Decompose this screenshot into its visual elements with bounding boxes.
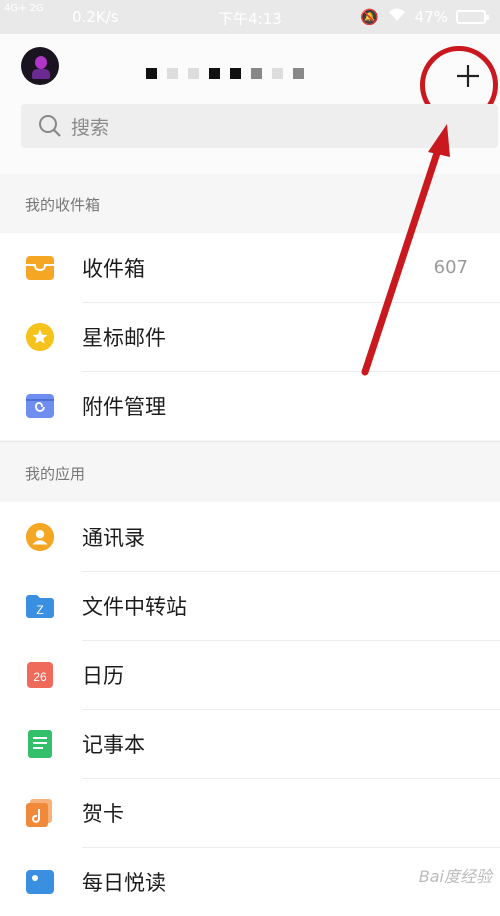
- list-item-label: 附件管理: [82, 394, 166, 419]
- contacts-icon: [25, 522, 55, 552]
- list-item-notepad[interactable]: 记事本: [0, 709, 500, 778]
- section-divider: [0, 441, 500, 442]
- battery-percent: 47%: [414, 7, 448, 26]
- avatar[interactable]: [21, 47, 59, 85]
- list-item-attachments[interactable]: 附件管理: [0, 371, 500, 440]
- search-bar[interactable]: 搜索: [21, 104, 498, 148]
- account-name-redacted: [146, 68, 304, 79]
- file-transfer-icon: Z: [25, 591, 55, 621]
- list-item-label: 记事本: [82, 732, 145, 757]
- greeting-card-icon: [25, 798, 55, 828]
- list-item-label: 日历: [82, 663, 124, 688]
- plus-icon: [457, 65, 479, 87]
- unread-count: 607: [433, 257, 468, 278]
- section-title-inbox: 我的收件箱: [25, 196, 101, 214]
- search-placeholder: 搜索: [71, 116, 110, 139]
- attachment-icon: [25, 391, 55, 421]
- apps-list: 通讯录 Z 文件中转站 26 日历 记事本 贺卡 每日悦读: [0, 502, 500, 916]
- header: 搜索: [0, 34, 500, 174]
- watermark: Bai度经验: [418, 867, 492, 886]
- list-item-contacts[interactable]: 通讯录: [0, 502, 500, 571]
- svg-text:Z: Z: [36, 603, 43, 617]
- list-item-label: 文件中转站: [82, 594, 187, 619]
- daily-reading-icon: [25, 867, 55, 897]
- section-title-apps: 我的应用: [25, 465, 86, 483]
- list-item-label: 每日悦读: [82, 870, 166, 895]
- mute-icon: 🔕: [359, 7, 379, 26]
- svg-text:26: 26: [33, 670, 47, 684]
- list-item-label: 通讯录: [82, 525, 145, 550]
- search-icon: [39, 115, 61, 137]
- status-bar: 4G+ 2G 0.2K/s 下午4:13 🔕 47%: [0, 0, 500, 34]
- list-item-starred[interactable]: 星标邮件: [0, 302, 500, 371]
- list-item-label: 收件箱: [82, 256, 145, 281]
- list-item-inbox[interactable]: 收件箱 607: [0, 233, 500, 302]
- calendar-icon: 26: [25, 660, 55, 690]
- inbox-icon: [25, 253, 55, 283]
- battery-icon: [456, 9, 489, 24]
- star-icon: [25, 322, 55, 352]
- list-item-calendar[interactable]: 26 日历: [0, 640, 500, 709]
- list-item-label: 星标邮件: [82, 325, 166, 350]
- notepad-icon: [25, 729, 55, 759]
- list-item-file-transfer[interactable]: Z 文件中转站: [0, 571, 500, 640]
- wifi-icon: [387, 7, 407, 26]
- list-item-greeting-card[interactable]: 贺卡: [0, 778, 500, 847]
- list-item-label: 贺卡: [82, 801, 124, 826]
- add-button[interactable]: [444, 52, 492, 100]
- inbox-list: 收件箱 607 星标邮件 附件管理: [0, 233, 500, 440]
